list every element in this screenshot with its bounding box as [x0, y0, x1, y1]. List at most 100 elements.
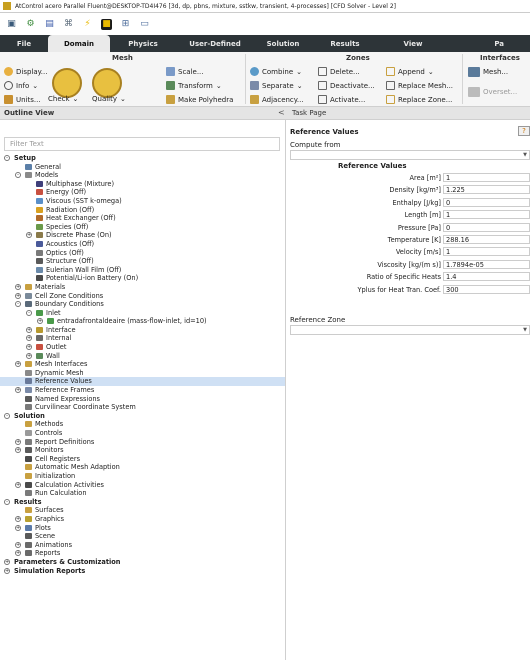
expand-icon[interactable]: + — [26, 344, 32, 351]
deactivate-button[interactable]: Deactivate... — [318, 81, 375, 90]
tree-item[interactable]: Methods — [0, 420, 285, 429]
adjacency-button[interactable]: Adjacency... — [250, 95, 304, 104]
tree-item[interactable]: Potential/Li-ion Battery (On) — [0, 274, 285, 283]
collapse-icon[interactable]: - — [15, 172, 21, 179]
tree-item[interactable]: - Solution — [0, 412, 285, 421]
reference-value-field[interactable]: 1 — [443, 173, 530, 182]
tree-item[interactable]: - Boundary Conditions — [0, 300, 285, 309]
tree-item[interactable]: Reference Values — [0, 377, 285, 387]
tree-item[interactable]: Heat Exchanger (Off) — [0, 214, 285, 223]
tab-physics[interactable]: Physics — [110, 35, 176, 52]
tree-item[interactable]: Structure (Off) — [0, 257, 285, 266]
tree-item[interactable]: Controls — [0, 429, 285, 438]
reference-value-field[interactable]: 1.7894e-05 — [443, 259, 530, 269]
reference-value-field[interactable]: 1 — [443, 210, 530, 220]
tab-view[interactable]: View — [378, 35, 448, 52]
layout-alt-icon[interactable]: ▭ — [139, 19, 150, 30]
separate-button[interactable]: Separate ⌄ — [250, 81, 303, 90]
collapse-icon[interactable]: - — [4, 155, 10, 161]
append-button[interactable]: Append ⌄ — [386, 67, 434, 76]
expand-icon[interactable]: + — [26, 352, 32, 359]
combine-button[interactable]: Combine ⌄ — [250, 67, 302, 76]
collapse-icon[interactable]: - — [4, 498, 10, 505]
collapse-icon[interactable]: - — [4, 412, 10, 419]
expand-icon[interactable]: + — [15, 438, 21, 445]
expand-icon[interactable]: + — [15, 550, 21, 557]
tree-item[interactable]: + Materials — [0, 283, 285, 292]
expand-icon[interactable]: + — [15, 361, 21, 368]
tree-item[interactable]: Curvilinear Coordinate System — [0, 403, 285, 412]
tree-item[interactable]: Dynamic Mesh — [0, 369, 285, 378]
grid-icon[interactable]: ⊞ — [120, 19, 131, 30]
expand-icon[interactable]: + — [15, 541, 21, 548]
tree-item[interactable]: Surfaces — [0, 506, 285, 515]
tab-solution[interactable]: Solution — [254, 35, 312, 52]
folder-icon[interactable]: ▣ — [6, 19, 17, 30]
expand-icon[interactable]: + — [26, 326, 32, 333]
tree-item[interactable]: Optics (Off) — [0, 249, 285, 258]
display-button[interactable]: Display... — [4, 67, 47, 76]
tree-item[interactable]: Multiphase (Mixture) — [0, 180, 285, 189]
tree-item[interactable]: + Reports — [0, 549, 285, 558]
quality-icon[interactable] — [92, 68, 122, 98]
tab-parallel[interactable]: Pa — [448, 35, 508, 52]
reference-value-field[interactable]: 1.225 — [443, 185, 530, 195]
tree-item[interactable]: - Inlet — [0, 309, 285, 318]
make-polyhedra-button[interactable]: Make Polyhedra — [166, 95, 233, 104]
expand-icon[interactable]: + — [26, 232, 32, 239]
lightning-icon[interactable]: ⚡ — [82, 19, 93, 30]
compute-from-dropdown[interactable]: ▼ — [290, 150, 530, 160]
tree-item[interactable]: Run Calculation — [0, 489, 285, 498]
gear-icon[interactable]: ⚙ — [25, 19, 36, 30]
tree-item[interactable]: Energy (Off) — [0, 188, 285, 197]
tree-item[interactable]: + Monitors — [0, 446, 285, 455]
tree-item[interactable]: + Reference Frames — [0, 386, 285, 395]
layout-icon[interactable]: ■ — [101, 18, 112, 30]
tree-item[interactable]: + Calculation Activities — [0, 481, 285, 490]
quality-button[interactable]: Quality ⌄ — [92, 95, 126, 103]
check-icon[interactable] — [52, 68, 82, 98]
reference-value-field[interactable]: 1 — [443, 247, 530, 257]
expand-icon[interactable]: + — [15, 524, 21, 531]
expand-icon[interactable]: + — [4, 567, 10, 574]
expand-icon[interactable]: + — [15, 515, 21, 522]
tree-item[interactable]: General — [0, 163, 285, 172]
tab-domain[interactable]: Domain — [48, 35, 110, 52]
expand-icon[interactable]: + — [37, 318, 43, 325]
help-button[interactable]: ? — [518, 126, 530, 136]
tree-item[interactable]: + Interface — [0, 326, 285, 335]
reference-value-field[interactable]: 300 — [443, 284, 530, 294]
tree-item[interactable]: Automatic Mesh Adaption — [0, 463, 285, 472]
reference-value-field[interactable]: 1.4 — [443, 272, 530, 282]
tree-item[interactable]: + Plots — [0, 524, 285, 533]
tree-item[interactable]: + entradafrontaldeaire (mass-flow-inlet, … — [0, 317, 285, 326]
network-icon[interactable]: ⌘ — [63, 19, 74, 30]
tree-item[interactable]: Cell Registers — [0, 455, 285, 464]
tree-item[interactable]: + Parameters & Customization — [0, 558, 285, 567]
activate-button[interactable]: Activate... — [318, 95, 365, 104]
tree-item[interactable]: + Outlet — [0, 343, 285, 352]
check-button[interactable]: Check ⌄ — [48, 95, 78, 103]
collapse-icon[interactable]: - — [26, 309, 32, 316]
tree-item[interactable]: + Cell Zone Conditions — [0, 292, 285, 301]
tree-item[interactable]: + Internal — [0, 334, 285, 343]
info-button[interactable]: Info ⌄ — [4, 81, 38, 90]
tree-item[interactable]: - Models — [0, 171, 285, 180]
tree-item[interactable]: Scene — [0, 532, 285, 541]
tree-item[interactable]: Species (Off) — [0, 223, 285, 232]
tab-results[interactable]: Results — [312, 35, 378, 52]
expand-icon[interactable]: + — [15, 387, 21, 394]
replace-zone-button[interactable]: Replace Zone... — [386, 95, 452, 104]
tree-item[interactable]: Radiation (Off) — [0, 206, 285, 215]
tab-file[interactable]: File — [0, 35, 48, 52]
filter-input[interactable]: Filter Text — [4, 137, 280, 151]
delete-button[interactable]: Delete... — [318, 67, 360, 76]
scale-button[interactable]: Scale... — [166, 67, 204, 76]
save-icon[interactable]: ▤ — [44, 19, 55, 30]
reference-zone-dropdown[interactable]: ▼ — [290, 325, 530, 335]
tree-item[interactable]: Named Expressions — [0, 395, 285, 404]
collapse-outline-button[interactable]: < — [278, 108, 285, 117]
tree-item[interactable]: + Animations — [0, 541, 285, 550]
tree-item[interactable]: + Simulation Reports — [0, 567, 285, 576]
units-button[interactable]: Units... — [4, 95, 41, 104]
